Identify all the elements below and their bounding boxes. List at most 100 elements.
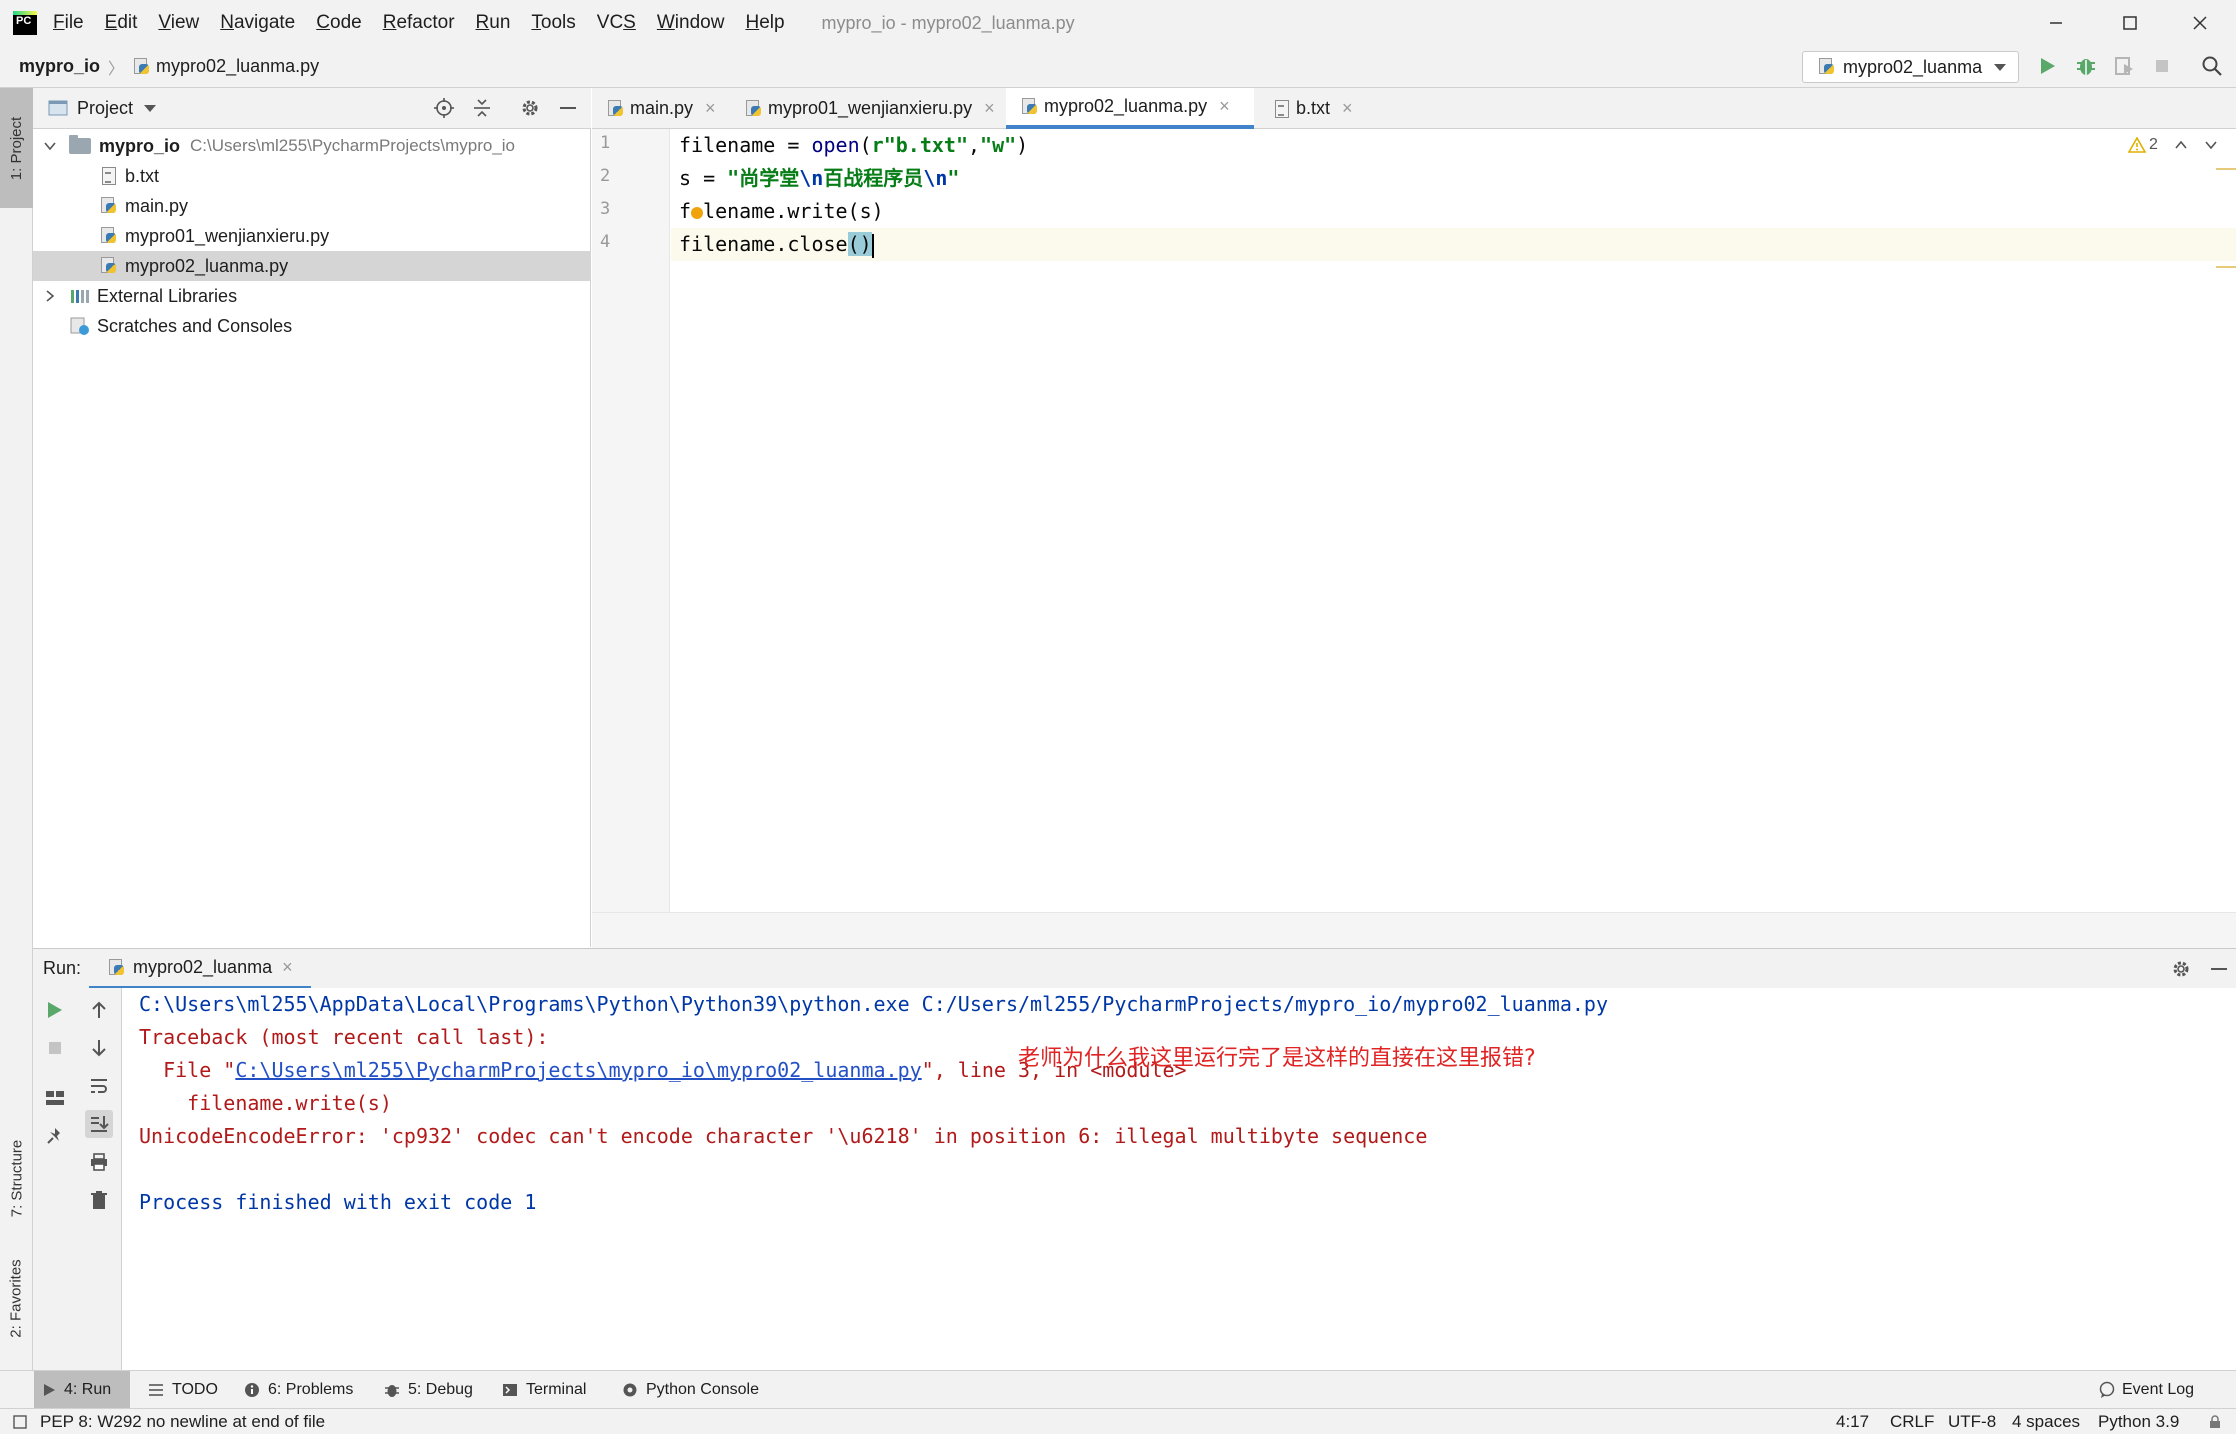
tree-file-mypro01[interactable]: mypro01_wenjianxieru.py [33,221,591,251]
menu-run[interactable]: Run [476,12,511,34]
minimize-button[interactable] [2026,0,2086,46]
tool-tab-structure[interactable]: 7: Structure [0,1098,33,1258]
scroll-up-button[interactable] [85,996,113,1024]
breadcrumb-project[interactable]: mypro_io [19,56,100,77]
printer-icon [91,1153,107,1171]
bottom-tab-run[interactable]: 4: Run [34,1371,130,1409]
line-number: 1 [600,133,611,153]
hide-panel-button[interactable] [557,97,579,119]
menu-file[interactable]: File [53,12,84,34]
run-configuration-label: mypro02_luanma [1843,56,1983,77]
bottom-tab-python-console[interactable]: Python Console [614,1371,767,1409]
line-number: 2 [600,166,611,186]
intention-bulb-icon[interactable] [691,206,704,219]
menu-code[interactable]: Code [316,12,361,34]
stop-icon [2156,60,2168,72]
tab-b-txt[interactable]: b.txt × [1258,88,1368,129]
bottom-tab-debug[interactable]: 5: Debug [376,1371,481,1409]
bottom-tab-problems[interactable]: 6: Problems [236,1371,361,1409]
menu-window[interactable]: Window [657,12,725,34]
python-file-icon [99,197,117,215]
warnings-count: 2 [2149,136,2158,153]
close-tab-icon[interactable]: × [984,98,995,119]
status-indent[interactable]: 4 spaces [2012,1409,2080,1434]
layout-button[interactable] [41,1084,69,1112]
bottom-tab-label: 4: Run [64,1381,112,1398]
tree-file-b-txt[interactable]: b.txt [33,161,591,191]
tab-mypro02[interactable]: mypro02_luanma.py × [1006,88,1254,129]
tree-root-mypro-io[interactable]: mypro_io C:\Users\ml255\PycharmProjects\… [33,131,591,161]
editor-bottom-area [592,912,2236,948]
scroll-down-button[interactable] [85,1034,113,1062]
debug-button[interactable] [2074,54,2098,78]
tree-scratches[interactable]: Scratches and Consoles [33,311,591,341]
breadcrumb-separator: 〉 [108,60,125,78]
rerun-button[interactable] [41,996,69,1024]
project-settings-button[interactable] [519,97,541,119]
menu-edit[interactable]: Edit [105,12,138,34]
bottom-tab-terminal[interactable]: Terminal [494,1371,594,1409]
stop-button[interactable] [41,1034,69,1062]
stop-button[interactable] [2150,54,2174,78]
bottom-tab-todo[interactable]: TODO [140,1371,226,1409]
maximize-button[interactable] [2100,0,2160,46]
python-file-icon [99,227,117,245]
scratches-icon [70,317,89,335]
line-number: 4 [600,232,611,252]
tree-external-libraries[interactable]: External Libraries [33,281,591,311]
scroll-to-end-button[interactable] [85,1110,113,1138]
hide-run-button[interactable] [2208,958,2230,980]
run-tab-mypro02[interactable]: mypro02_luanma × [89,949,311,989]
status-encoding[interactable]: UTF-8 [1948,1409,1996,1434]
status-caret-position[interactable]: 4:17 [1836,1409,1869,1434]
project-panel: Project mypro_io C:\Users\ml255\PycharmP… [33,88,591,947]
console-file-link[interactable]: C:\Users\ml255\PycharmProjects\mypro_io\… [235,1058,921,1082]
close-tab-icon[interactable]: × [1219,96,1230,117]
run-button[interactable] [2036,54,2060,78]
run-settings-button[interactable] [2170,958,2192,980]
library-icon [71,290,89,303]
collapse-all-button[interactable] [471,97,493,119]
close-window-button[interactable] [2170,0,2230,46]
bottom-tab-event-log[interactable]: Event Log [2090,1371,2202,1409]
menu-help[interactable]: Help [745,12,784,34]
terminal-icon [503,1384,517,1396]
soft-wrap-button[interactable] [85,1072,113,1100]
inspection-widget[interactable]: 2 [2128,136,2218,154]
code-line-2: s = "尚学堂\n百战程序员\n" [679,166,960,190]
title-bar: PC File Edit View Navigate Code Refactor Run To… [0,0,2236,46]
print-button[interactable] [85,1148,113,1176]
tab-mypro01[interactable]: mypro01_wenjianxieru.py × [730,88,1002,129]
status-bar: PEP 8: W292 no newline at end of file 4:… [0,1408,2236,1434]
python-file-icon [132,57,150,76]
status-interpreter[interactable]: Python 3.9 [2098,1409,2179,1434]
tree-file-main-py[interactable]: main.py [33,191,591,221]
menu-view[interactable]: View [158,12,199,34]
project-panel-title[interactable]: Project [77,98,133,119]
close-tab-icon[interactable]: × [282,957,293,978]
coverage-button[interactable] [2112,54,2136,78]
tool-tab-project[interactable]: 1: Project [0,88,33,208]
search-everywhere-button[interactable] [2200,54,2224,78]
tab-main-py[interactable]: main.py × [592,88,728,129]
chevron-right-icon [46,290,55,302]
close-tab-icon[interactable]: × [705,98,716,119]
menu-tools[interactable]: Tools [531,12,575,34]
run-icon [44,1384,55,1396]
locate-file-button[interactable] [433,97,455,119]
tree-file-mypro02[interactable]: mypro02_luanma.py [33,251,591,281]
clear-all-button[interactable] [85,1186,113,1214]
menu-vcs[interactable]: VCS [597,12,636,34]
menu-navigate[interactable]: Navigate [220,12,295,34]
status-line-separator[interactable]: CRLF [1890,1409,1934,1434]
run-configuration-select[interactable]: mypro02_luanma [1802,51,2019,83]
menu-refactor[interactable]: Refactor [383,12,455,34]
editor-tab-bar: main.py × mypro01_wenjianxieru.py × mypr… [592,88,2236,129]
code-lines[interactable]: filename = open(r"b.txt","w") s = "尚学堂\n… [671,129,2236,269]
tool-tab-favorites[interactable]: 2: Favorites [0,1238,33,1358]
tab-label: mypro01_wenjianxieru.py [768,98,973,118]
close-tab-icon[interactable]: × [1342,98,1353,119]
pin-tab-button[interactable] [41,1122,69,1150]
run-icon [48,1002,62,1018]
breadcrumb-file[interactable]: mypro02_luanma.py [156,56,319,77]
